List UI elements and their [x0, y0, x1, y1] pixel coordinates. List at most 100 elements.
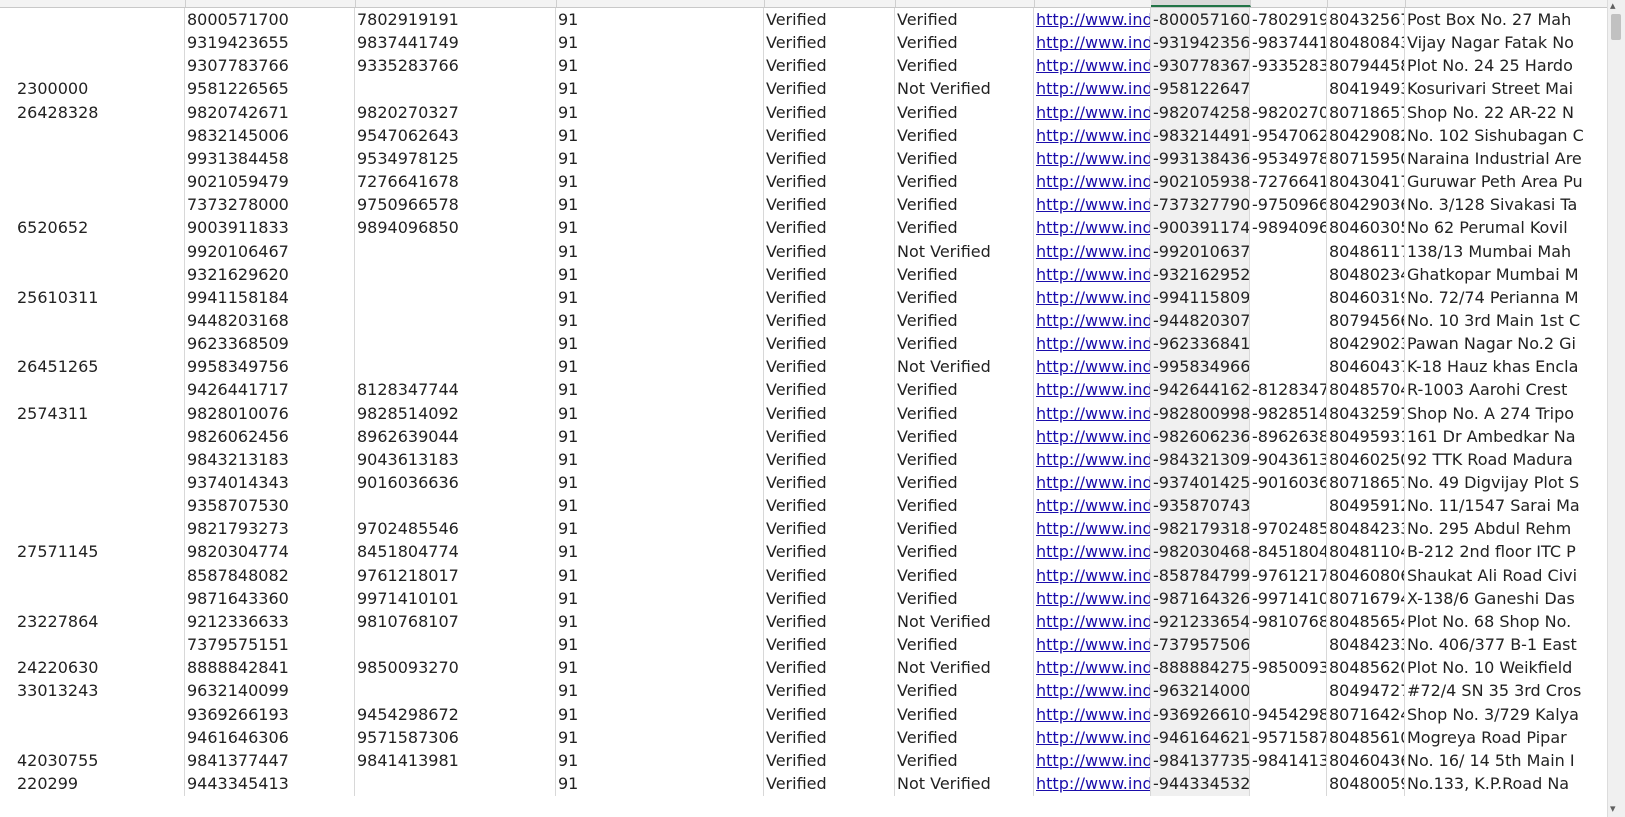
- cell-f[interactable]: Not Verified: [895, 771, 1034, 796]
- cell-f[interactable]: Verified: [895, 332, 1034, 357]
- cell-i[interactable]: [1250, 633, 1327, 658]
- cell-j[interactable]: 804290822: [1327, 123, 1405, 148]
- cell-k[interactable]: No. 102 Sishubagan C: [1405, 123, 1608, 148]
- cell-c[interactable]: 9016036636: [355, 471, 556, 495]
- cell-h[interactable]: -9958349665: [1151, 355, 1250, 380]
- cell-e[interactable]: Verified: [764, 378, 895, 403]
- cell-h[interactable]: -9358707439: [1151, 494, 1250, 519]
- cell-h[interactable]: -9307783675: [1151, 54, 1250, 79]
- cell-k[interactable]: 92 TTK Road Madura: [1405, 447, 1608, 472]
- cell-f[interactable]: Verified: [895, 679, 1034, 704]
- cell-b[interactable]: 9871643360: [185, 586, 355, 611]
- cell-e[interactable]: Verified: [764, 586, 895, 611]
- cell-e[interactable]: Verified: [764, 239, 895, 264]
- cell-i[interactable]: -94542985: [1250, 702, 1327, 727]
- cell-h[interactable]: -9871643269: [1151, 586, 1250, 611]
- column-header-g[interactable]: [1034, 0, 1152, 7]
- cell-f[interactable]: Verified: [895, 725, 1034, 750]
- cell-c[interactable]: 9547062643: [355, 123, 556, 148]
- cell-c[interactable]: [355, 633, 556, 658]
- cell-f[interactable]: Not Verified: [895, 609, 1034, 634]
- cell-b[interactable]: 9369266193: [185, 702, 355, 727]
- cell-f[interactable]: Verified: [895, 193, 1034, 218]
- cell-i[interactable]: [1250, 308, 1327, 333]
- cell-b[interactable]: 9212336633: [185, 609, 355, 634]
- cell-j[interactable]: 804800593: [1327, 771, 1405, 796]
- cell-d[interactable]: 91: [556, 494, 764, 519]
- cell-b[interactable]: 7379575151: [185, 633, 355, 658]
- cell-b[interactable]: 9448203168: [185, 308, 355, 333]
- cell-i[interactable]: [1250, 355, 1327, 380]
- cell-k[interactable]: R-1003 Aarohi Crest: [1405, 378, 1608, 403]
- cell-h[interactable]: -9426441626: [1151, 378, 1250, 403]
- cell-j[interactable]: 804811044: [1327, 540, 1405, 565]
- cell-k[interactable]: Post Box No. 27 Mah: [1405, 8, 1608, 32]
- cell-a[interactable]: [15, 517, 185, 542]
- cell-d[interactable]: 91: [556, 771, 764, 796]
- cell-j[interactable]: 804842334: [1327, 633, 1405, 658]
- cell-j[interactable]: 807167941: [1327, 586, 1405, 611]
- chevron-down-icon[interactable]: ▾: [1610, 803, 1616, 815]
- cell-d[interactable]: 91: [556, 563, 764, 588]
- cell-c[interactable]: [355, 771, 556, 796]
- cell-g[interactable]: http://www.india: [1034, 31, 1151, 56]
- cell-j[interactable]: 804959315: [1327, 424, 1405, 449]
- cell-b[interactable]: 8000571700: [185, 8, 355, 32]
- cell-c[interactable]: 9750966578: [355, 193, 556, 218]
- cell-c[interactable]: 8962639044: [355, 424, 556, 449]
- cell-f[interactable]: Verified: [895, 586, 1034, 611]
- cell-i[interactable]: -84518046: [1250, 540, 1327, 565]
- cell-e[interactable]: Verified: [764, 702, 895, 727]
- cell-e[interactable]: Verified: [764, 77, 895, 102]
- cell-f[interactable]: Verified: [895, 633, 1034, 658]
- cell-a[interactable]: [15, 725, 185, 750]
- cell-k[interactable]: #72/4 SN 35 3rd Cros: [1405, 679, 1608, 704]
- cell-g[interactable]: http://www.india: [1034, 517, 1151, 542]
- cell-h[interactable]: -9212336542: [1151, 609, 1250, 634]
- cell-d[interactable]: 91: [556, 378, 764, 403]
- cell-g[interactable]: http://www.india: [1034, 609, 1151, 634]
- cell-f[interactable]: Verified: [895, 540, 1034, 565]
- cell-d[interactable]: 91: [556, 748, 764, 773]
- cell-b[interactable]: 9920106467: [185, 239, 355, 264]
- cell-i[interactable]: -89626389: [1250, 424, 1327, 449]
- cell-f[interactable]: Not Verified: [895, 239, 1034, 264]
- cell-e[interactable]: Verified: [764, 285, 895, 310]
- cell-i[interactable]: -95349780: [1250, 146, 1327, 171]
- cell-d[interactable]: 91: [556, 308, 764, 333]
- cell-a[interactable]: [15, 447, 185, 472]
- cell-k[interactable]: Kosurivari Street Mai: [1405, 77, 1608, 102]
- cell-a[interactable]: 26428328: [15, 100, 185, 125]
- column-header-h[interactable]: [1151, 0, 1251, 7]
- cell-i[interactable]: -98202702: [1250, 100, 1327, 125]
- cell-f[interactable]: Verified: [895, 748, 1034, 773]
- cell-h[interactable]: -9374014252: [1151, 471, 1250, 495]
- cell-f[interactable]: Verified: [895, 424, 1034, 449]
- cell-b[interactable]: 9021059479: [185, 170, 355, 195]
- cell-f[interactable]: Not Verified: [895, 355, 1034, 380]
- cell-d[interactable]: 91: [556, 8, 764, 32]
- cell-k[interactable]: Plot No. 10 Weikfield: [1405, 656, 1608, 681]
- cell-k[interactable]: No. 16/ 14 5th Main I: [1405, 748, 1608, 773]
- cell-f[interactable]: Verified: [895, 517, 1034, 542]
- vertical-scrollbar[interactable]: ▴ ▾: [1607, 0, 1625, 817]
- cell-f[interactable]: Verified: [895, 471, 1034, 495]
- cell-d[interactable]: 91: [556, 401, 764, 426]
- cell-h[interactable]: -9941158093: [1151, 285, 1250, 310]
- cell-a[interactable]: 6520652: [15, 216, 185, 241]
- cell-g[interactable]: http://www.india: [1034, 656, 1151, 681]
- cell-a[interactable]: 26451265: [15, 355, 185, 380]
- cell-c[interactable]: 9837441749: [355, 31, 556, 56]
- cell-c[interactable]: 8128347744: [355, 378, 556, 403]
- cell-c[interactable]: [355, 332, 556, 357]
- cell-d[interactable]: 91: [556, 193, 764, 218]
- cell-g[interactable]: http://www.india: [1034, 401, 1151, 426]
- cell-h[interactable]: -9820304683: [1151, 540, 1250, 565]
- cell-d[interactable]: 91: [556, 609, 764, 634]
- cell-b[interactable]: 9632140099: [185, 679, 355, 704]
- cell-a[interactable]: 2574311: [15, 401, 185, 426]
- cell-c[interactable]: 9335283766: [355, 54, 556, 79]
- cell-j[interactable]: 807164245: [1327, 702, 1405, 727]
- cell-f[interactable]: Verified: [895, 100, 1034, 125]
- cell-j[interactable]: 804802341: [1327, 262, 1405, 287]
